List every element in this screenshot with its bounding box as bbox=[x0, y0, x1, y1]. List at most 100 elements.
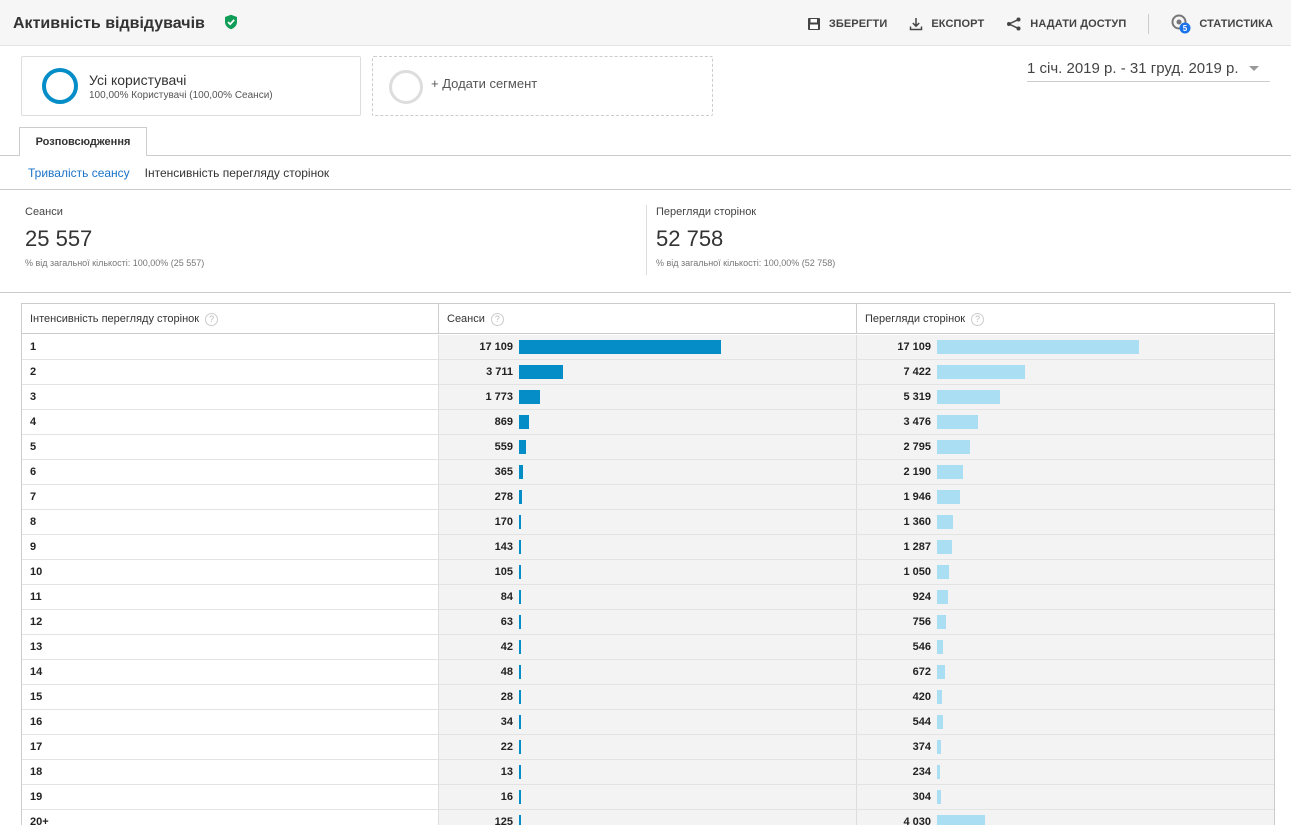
sessions-value: 48 bbox=[500, 666, 513, 678]
metric-pageviews-value: 52 758 bbox=[656, 226, 724, 251]
column-header-sessions[interactable]: Сеанси ? bbox=[438, 304, 856, 334]
pageviews-value: 234 bbox=[912, 766, 931, 778]
pageviews-value: 544 bbox=[912, 716, 931, 728]
report-subnav: Тривалість сеансу Інтенсивність перегляд… bbox=[28, 166, 329, 180]
table-row[interactable]: 18 13 234 bbox=[22, 760, 1274, 785]
pageviews-bar bbox=[937, 365, 1025, 379]
metric-sessions-sub: % від загальної кількості: 100,00% (25 5… bbox=[25, 258, 205, 268]
pageviews-bar bbox=[937, 515, 953, 529]
segment-all-users[interactable]: Усі користувачі 100,00% Користувачі (100… bbox=[21, 56, 361, 116]
cell-page-depth: 14 bbox=[22, 660, 438, 684]
sessions-bar bbox=[519, 490, 522, 504]
export-label: ЕКСПОРТ bbox=[931, 18, 985, 30]
cell-pageviews: 4 030 bbox=[856, 810, 1274, 825]
pageviews-bar bbox=[937, 590, 948, 604]
metric-sessions: Сеанси 25 557 % від загальної кількості:… bbox=[25, 206, 204, 268]
sessions-value: 278 bbox=[494, 491, 513, 503]
sessions-value: 84 bbox=[500, 591, 513, 603]
share-button[interactable]: НАДАТИ ДОСТУП bbox=[1006, 17, 1126, 31]
table-row[interactable]: 11 84 924 bbox=[22, 585, 1274, 610]
sessions-bar bbox=[519, 690, 521, 704]
table-row[interactable]: 5 559 2 795 bbox=[22, 435, 1274, 460]
insights-button[interactable]: 5 СТАТИСТИКА bbox=[1171, 14, 1273, 34]
pageviews-value: 672 bbox=[912, 666, 931, 678]
sessions-value: 13 bbox=[500, 766, 513, 778]
date-range-label: 1 січ. 2019 р. - 31 груд. 2019 р. bbox=[1027, 60, 1239, 77]
table-row[interactable]: 7 278 1 946 bbox=[22, 485, 1274, 510]
column-header-pageviews[interactable]: Перегляди сторінок ? bbox=[856, 304, 1274, 334]
tab-distribution[interactable]: Розповсюдження bbox=[19, 127, 147, 156]
export-button[interactable]: ЕКСПОРТ bbox=[909, 17, 984, 31]
cell-sessions: 63 bbox=[438, 610, 856, 634]
cell-page-depth: 3 bbox=[22, 385, 438, 409]
add-segment-button[interactable]: + Додати сегмент bbox=[372, 56, 713, 116]
share-icon bbox=[1007, 17, 1021, 31]
cell-pageviews: 3 476 bbox=[856, 410, 1274, 434]
insights-icon: 5 bbox=[1171, 14, 1191, 34]
page-depth-value: 8 bbox=[30, 516, 37, 528]
table-row[interactable]: 16 34 544 bbox=[22, 710, 1274, 735]
table-row[interactable]: 10 105 1 050 bbox=[22, 560, 1274, 585]
cell-page-depth: 10 bbox=[22, 560, 438, 584]
table-row[interactable]: 9 143 1 287 bbox=[22, 535, 1274, 560]
cell-pageviews: 672 bbox=[856, 660, 1274, 684]
help-icon[interactable]: ? bbox=[205, 312, 219, 326]
table-row[interactable]: 12 63 756 bbox=[22, 610, 1274, 635]
sessions-value: 125 bbox=[494, 816, 513, 825]
share-label: НАДАТИ ДОСТУП bbox=[1030, 18, 1127, 30]
table-row[interactable]: 19 16 304 bbox=[22, 785, 1274, 810]
cell-sessions: 278 bbox=[438, 485, 856, 509]
sessions-value: 28 bbox=[500, 691, 513, 703]
pageviews-value: 2 190 bbox=[903, 466, 931, 478]
pageviews-bar bbox=[937, 740, 941, 754]
pageviews-bar bbox=[937, 815, 985, 825]
segment-name: Усі користувачі bbox=[89, 72, 187, 88]
cell-sessions: 1 773 bbox=[438, 385, 856, 409]
help-icon[interactable]: ? bbox=[490, 312, 504, 326]
cell-sessions: 3 711 bbox=[438, 360, 856, 384]
cell-page-depth: 16 bbox=[22, 710, 438, 734]
download-icon bbox=[910, 18, 923, 31]
sessions-bar bbox=[519, 515, 521, 529]
table-row[interactable]: 8 170 1 360 bbox=[22, 510, 1274, 535]
cell-page-depth: 17 bbox=[22, 735, 438, 759]
subnav-session-duration-link[interactable]: Тривалість сеансу bbox=[28, 166, 130, 180]
sessions-value: 17 109 bbox=[479, 341, 513, 353]
save-button[interactable]: ЗБЕРЕГТИ bbox=[807, 17, 887, 31]
save-icon bbox=[807, 18, 820, 30]
help-icon[interactable]: ? bbox=[971, 312, 985, 326]
cell-page-depth: 20+ bbox=[22, 810, 438, 825]
pageviews-value: 2 795 bbox=[903, 441, 931, 453]
cell-sessions: 143 bbox=[438, 535, 856, 559]
table-row[interactable]: 1 17 109 17 109 bbox=[22, 335, 1274, 360]
table-row[interactable]: 14 48 672 bbox=[22, 660, 1274, 685]
sessions-bar bbox=[519, 540, 521, 554]
table-row[interactable]: 2 3 711 7 422 bbox=[22, 360, 1274, 385]
table-row[interactable]: 4 869 3 476 bbox=[22, 410, 1274, 435]
page-depth-value: 4 bbox=[30, 416, 37, 428]
page-depth-value: 11 bbox=[30, 591, 42, 603]
table-row[interactable]: 20+ 125 4 030 bbox=[22, 810, 1274, 825]
table-row[interactable]: 6 365 2 190 bbox=[22, 460, 1274, 485]
page-depth-value: 17 bbox=[30, 741, 43, 753]
cell-sessions: 84 bbox=[438, 585, 856, 609]
chevron-down-icon bbox=[1248, 66, 1259, 71]
table-header: Інтенсивність перегляду сторінок ? Сеанс… bbox=[22, 304, 1274, 334]
table-row[interactable]: 3 1 773 5 319 bbox=[22, 385, 1274, 410]
table-row[interactable]: 17 22 374 bbox=[22, 735, 1274, 760]
page-depth-value: 15 bbox=[30, 691, 43, 703]
sessions-bar bbox=[519, 765, 521, 779]
sessions-value: 34 bbox=[500, 716, 513, 728]
cell-pageviews: 1 946 bbox=[856, 485, 1274, 509]
date-range-picker[interactable]: 1 січ. 2019 р. - 31 груд. 2019 р. bbox=[1027, 56, 1270, 82]
metric-sessions-label: Сеанси bbox=[25, 206, 63, 218]
sessions-value: 42 bbox=[500, 641, 513, 653]
sessions-bar bbox=[519, 740, 521, 754]
sessions-value: 1 773 bbox=[485, 391, 513, 403]
column-header-page-depth[interactable]: Інтенсивність перегляду сторінок ? bbox=[22, 304, 438, 334]
tab-divider bbox=[0, 155, 1291, 156]
table-row[interactable]: 13 42 546 bbox=[22, 635, 1274, 660]
table-row[interactable]: 15 28 420 bbox=[22, 685, 1274, 710]
pageviews-value: 5 319 bbox=[903, 391, 931, 403]
cell-sessions: 869 bbox=[438, 410, 856, 434]
